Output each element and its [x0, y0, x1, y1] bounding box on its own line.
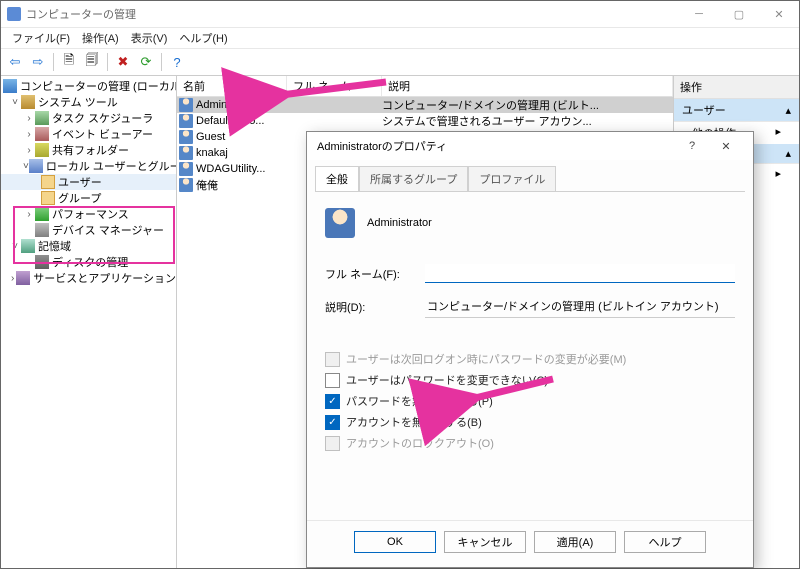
tree-services-apps[interactable]: ›サービスとアプリケーション [1, 270, 176, 286]
tree-task-scheduler[interactable]: ›タスク スケジューラ [1, 110, 176, 126]
tree-event-viewer[interactable]: ›イベント ビューアー [1, 126, 176, 142]
col-desc[interactable]: 説明 [382, 76, 673, 96]
chevron-up-icon: ▴ [785, 147, 791, 160]
app-icon [7, 7, 21, 21]
col-fullname[interactable]: フル ネーム [287, 76, 382, 96]
tab-member-of[interactable]: 所属するグループ [359, 166, 468, 191]
window-title: コンピューターの管理 [26, 6, 136, 22]
tab-profile[interactable]: プロファイル [468, 166, 556, 191]
tree-performance[interactable]: ›パフォーマンス [1, 206, 176, 222]
chk-account-disabled[interactable]: ✓アカウントを無効にする(B) [325, 414, 735, 430]
actions-group-users[interactable]: ユーザー▴ [674, 99, 799, 122]
user-icon [325, 208, 355, 238]
fullname-input[interactable] [425, 264, 735, 283]
tree-storage[interactable]: ˅記憶域 [1, 238, 176, 254]
minimize-button[interactable]: ─ [679, 1, 719, 27]
chk-must-change: ユーザーは次回ログオン時にパスワードの変更が必要(M) [325, 351, 735, 367]
tab-general[interactable]: 全般 [315, 166, 359, 191]
tree-groups[interactable]: グループ [1, 190, 176, 206]
chevron-up-icon: ▴ [785, 104, 791, 117]
tree-disk-mgmt[interactable]: ディスクの管理 [1, 254, 176, 270]
identity-name: Administrator [367, 217, 432, 229]
apply-button[interactable]: 適用(A) [534, 531, 616, 553]
description-label: 説明(D): [325, 299, 425, 315]
props-button[interactable]: 🗐 [82, 52, 102, 72]
list-item-administrator[interactable]: Administratorコンピューター/ドメインの管理用 (ビルト... [177, 97, 673, 113]
forward-button[interactable]: ⇨ [28, 52, 48, 72]
maximize-button[interactable]: ▢ [719, 1, 759, 27]
ok-button[interactable]: OK [354, 531, 436, 553]
chk-cannot-change[interactable]: ユーザーはパスワードを変更できない(C) [325, 372, 735, 388]
help2-button[interactable]: ? [167, 52, 187, 72]
dialog-help-button[interactable]: ? [675, 134, 709, 158]
tree-root[interactable]: コンピューターの管理 (ローカル) [1, 78, 176, 94]
dialog-title: Administratorのプロパティ [317, 138, 447, 154]
back-button[interactable]: ⇦ [5, 52, 25, 72]
menu-file[interactable]: ファイル(F) [7, 29, 75, 47]
fullname-label: フル ネーム(F): [325, 266, 425, 282]
tree-users[interactable]: ユーザー [1, 174, 176, 190]
chk-never-expire[interactable]: ✓パスワードを無期限にする(P) [325, 393, 735, 409]
menu-view[interactable]: 表示(V) [126, 29, 173, 47]
cancel-button[interactable]: キャンセル [444, 531, 526, 553]
list-item[interactable]: DefaultAcco...システムで管理されるユーザー アカウン... [177, 113, 673, 129]
actions-header: 操作 [674, 76, 799, 99]
up-button[interactable]: 🗎 [59, 52, 79, 72]
col-name[interactable]: 名前 [177, 76, 287, 96]
help-button[interactable]: ヘルプ [624, 531, 706, 553]
delete-button[interactable]: ✖ [113, 52, 133, 72]
chk-locked-out: アカウントのロックアウト(O) [325, 435, 735, 451]
tree-system-tools[interactable]: ˅システム ツール [1, 94, 176, 110]
refresh-button[interactable]: ⟳ [136, 52, 156, 72]
menu-help[interactable]: ヘルプ(H) [174, 29, 232, 47]
menu-action[interactable]: 操作(A) [77, 29, 124, 47]
description-input[interactable]: コンピューター/ドメインの管理用 (ビルトイン アカウント) [425, 295, 735, 318]
tree-shared-folders[interactable]: ›共有フォルダー [1, 142, 176, 158]
tree-local-users-groups[interactable]: ˅ローカル ユーザーとグループ [1, 158, 176, 174]
dialog-close-button[interactable]: ✕ [709, 134, 743, 158]
close-button[interactable]: ✕ [759, 1, 799, 27]
tree-device-manager[interactable]: デバイス マネージャー [1, 222, 176, 238]
